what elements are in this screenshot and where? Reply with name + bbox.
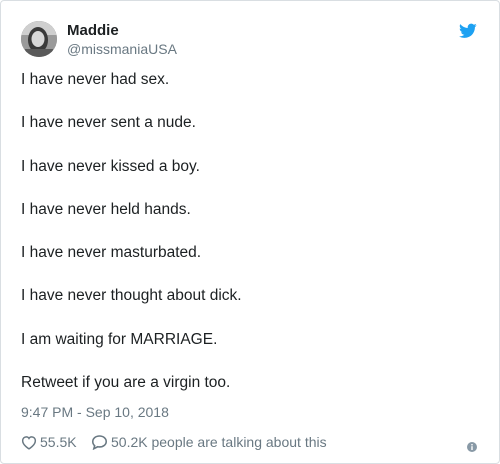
like-button[interactable]: 55.5K [21, 432, 77, 452]
tweet-actions: 55.5K 50.2K people are talking about thi… [21, 432, 479, 452]
tweet-card: Maddie @missmaniaUSA I have never had se… [0, 0, 500, 464]
tweet-line: I have never held hands. [21, 200, 191, 218]
author-names: Maddie @missmaniaUSA [67, 22, 177, 58]
author-handle[interactable]: @missmaniaUSA [67, 40, 177, 58]
tweet-line: I have never had sex. [21, 71, 170, 88]
tweet-timestamp[interactable]: 9:47 PM - Sep 10, 2018 [21, 403, 169, 421]
info-icon[interactable] [467, 437, 477, 452]
tweet-text: I have never had sex. I have never sent … [21, 69, 479, 393]
tweet-line: Retweet if you are a virgin too. [21, 374, 231, 392]
speech-bubble-icon [91, 435, 108, 450]
like-count: 55.5K [40, 434, 77, 450]
author-display-name[interactable]: Maddie [67, 22, 177, 40]
avatar-image [21, 21, 57, 57]
conversation-button[interactable]: 50.2K people are talking about this [91, 432, 327, 452]
tweet-line: I have never sent a nude. [21, 114, 196, 132]
conversation-text: 50.2K people are talking about this [111, 434, 327, 450]
tweet-header: Maddie @missmaniaUSA [21, 21, 479, 57]
avatar[interactable] [21, 21, 57, 57]
twitter-bird-icon[interactable] [459, 23, 477, 39]
heart-icon [21, 435, 37, 450]
tweet-line: I am waiting for MARRIAGE. [21, 330, 218, 348]
tweet-line: I have never thought about dick. [21, 287, 242, 305]
tweet-line: I have never kissed a boy. [21, 157, 200, 175]
tweet-line: I have never masturbated. [21, 244, 202, 262]
